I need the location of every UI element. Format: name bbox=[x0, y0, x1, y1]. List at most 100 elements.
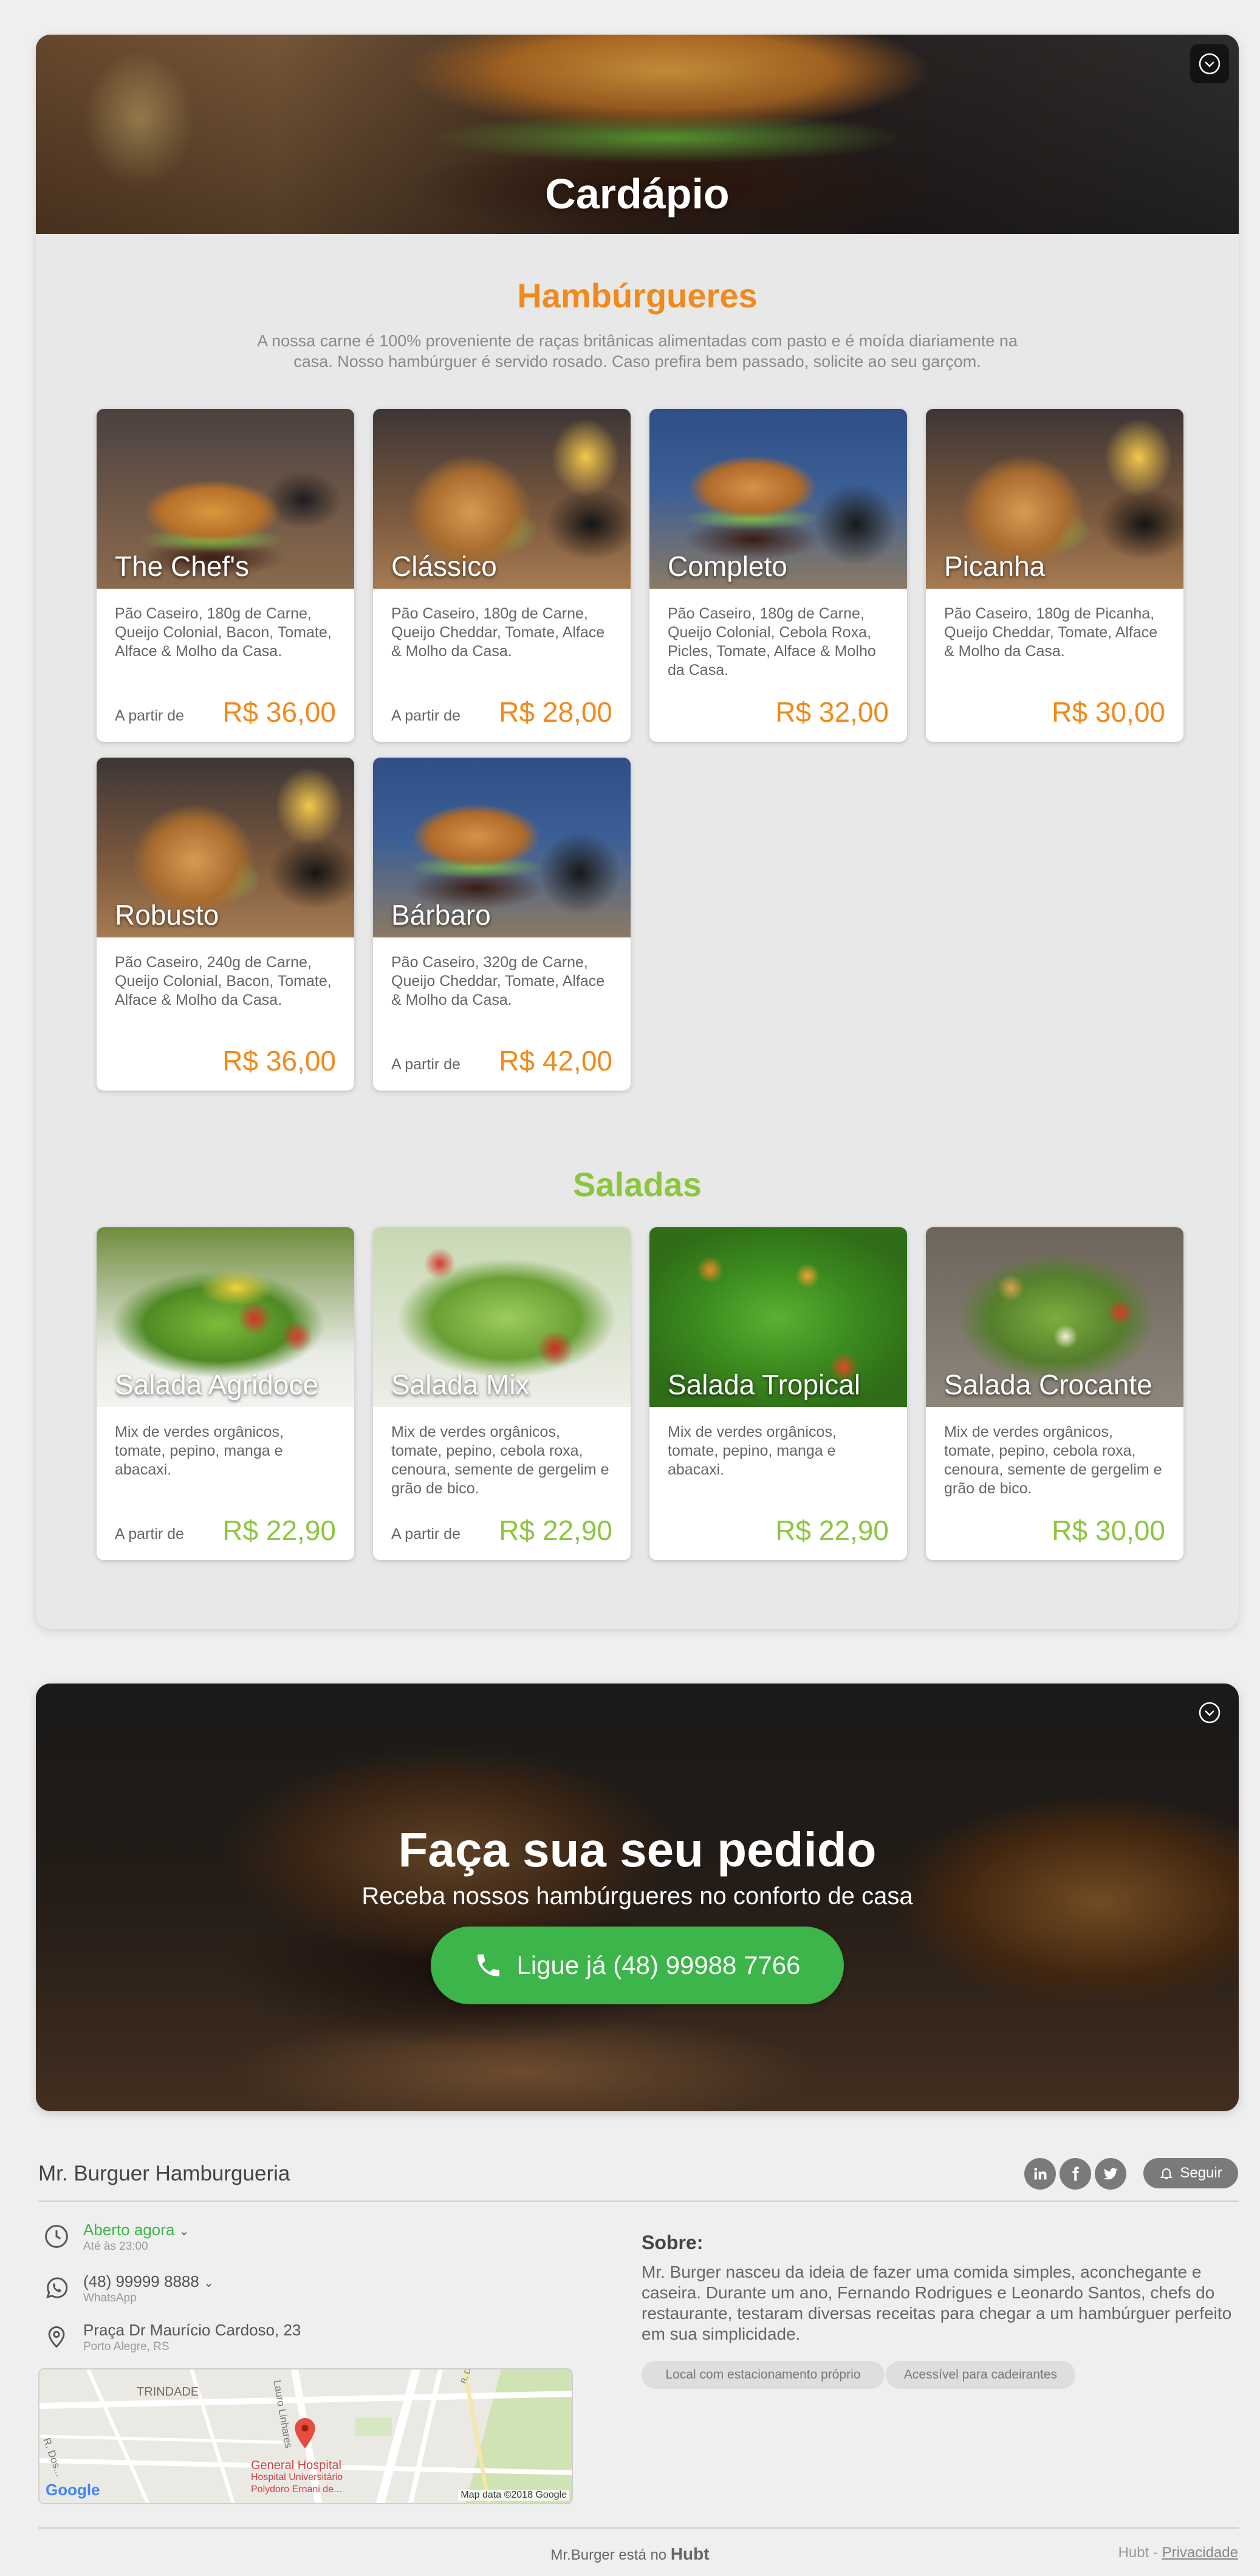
hours-status: Aberto agora ⌄ bbox=[83, 2221, 190, 2239]
menu-item[interactable]: Salada Agridoce Mix de verdes orgânicos,… bbox=[97, 1227, 354, 1560]
menu-item[interactable]: Salada Tropical Mix de verdes orgânicos,… bbox=[649, 1227, 907, 1560]
legal-prefix: Hubt - bbox=[1118, 2544, 1158, 2561]
hours-detail: Até às 23:00 bbox=[83, 2240, 148, 2253]
order-banner: Faça sua seu pedido Receba nossos hambúr… bbox=[36, 1684, 1239, 2111]
item-description: Mix de verdes orgânicos, tomate, pepino,… bbox=[668, 1423, 837, 1478]
item-photo: Completo bbox=[649, 409, 907, 589]
map-place-name: General Hospital bbox=[251, 2459, 341, 2472]
item-price: R$ 22,90 bbox=[222, 1515, 336, 1546]
item-photo: Bárbaro bbox=[373, 758, 631, 937]
item-photo: Salada Tropical bbox=[649, 1227, 907, 1407]
menu-item[interactable]: Picanha Pão Caseiro, 180g de Picanha, Qu… bbox=[926, 409, 1183, 742]
item-photo: The Chef's bbox=[97, 409, 354, 589]
location-map[interactable]: TRINDADE Lauro Linhares R. Dep. Antônio … bbox=[38, 2368, 573, 2504]
menu-item[interactable]: Clássico Pão Caseiro, 180g de Carne, Que… bbox=[373, 409, 631, 742]
item-photo: Robusto bbox=[97, 758, 354, 937]
item-price: R$ 36,00 bbox=[222, 1045, 336, 1077]
call-button[interactable]: Ligue já (48) 99988 7766 bbox=[431, 1927, 844, 2004]
business-name: Mr. Burguer Hamburgueria bbox=[38, 2162, 290, 2185]
address[interactable]: Praça Dr Maurício Cardoso, 23 Porto Aleg… bbox=[38, 2321, 342, 2357]
item-description: Mix de verdes orgânicos, tomate, pepino,… bbox=[115, 1423, 284, 1478]
phone-type: WhatsApp bbox=[83, 2292, 137, 2304]
item-price-prefix: A partir de bbox=[391, 707, 461, 724]
item-description: Pão Caseiro, 180g de Picanha, Queijo Che… bbox=[944, 605, 1158, 660]
follow-label: Seguir bbox=[1180, 2165, 1222, 2181]
item-price: R$ 36,00 bbox=[222, 696, 336, 728]
map-place-label: General Hospital Hospital Universitário … bbox=[251, 2459, 343, 2496]
item-name: Salada Mix bbox=[391, 1369, 530, 1400]
divider bbox=[38, 2201, 1239, 2202]
menu-item[interactable]: Salada Mix Mix de verdes orgânicos, toma… bbox=[373, 1227, 631, 1560]
chevron-down-icon: ⌄ bbox=[179, 2225, 190, 2238]
item-photo: Salada Agridoce bbox=[97, 1227, 354, 1407]
item-name: Bárbaro bbox=[391, 899, 491, 931]
amenity-chip: Acessível para cadeirantes bbox=[886, 2361, 1075, 2389]
privacy-link[interactable]: Privacidade bbox=[1162, 2544, 1238, 2561]
burgers-heading: Hambúrgueres bbox=[517, 276, 758, 315]
menu-item[interactable]: Bárbaro Pão Caseiro, 320g de Carne, Quei… bbox=[373, 758, 631, 1091]
menu-item[interactable]: Robusto Pão Caseiro, 240g de Carne, Quei… bbox=[97, 758, 354, 1091]
address-street: Praça Dr Maurício Cardoso, 23 bbox=[83, 2321, 301, 2339]
item-price: R$ 30,00 bbox=[1052, 1515, 1165, 1546]
item-photo: Salada Mix bbox=[373, 1227, 631, 1407]
phone-contact[interactable]: (48) 99999 8888 ⌄ WhatsApp bbox=[38, 2272, 221, 2309]
item-price: R$ 42,00 bbox=[499, 1045, 612, 1077]
item-description: Pão Caseiro, 180g de Carne, Queijo Colon… bbox=[115, 605, 332, 660]
legal-links: Hubt - Privacidade bbox=[1118, 2544, 1238, 2561]
twitter-button[interactable] bbox=[1095, 2158, 1126, 2190]
item-price: R$ 30,00 bbox=[1052, 696, 1165, 728]
item-photo: Clássico bbox=[373, 409, 631, 589]
phone-number: (48) 99999 8888 ⌄ bbox=[83, 2272, 214, 2290]
item-price: R$ 32,00 bbox=[775, 696, 889, 728]
item-name: The Chef's bbox=[115, 550, 249, 582]
collapse-button[interactable] bbox=[1190, 1693, 1229, 1732]
linkedin-button[interactable] bbox=[1024, 2158, 1056, 2190]
item-name: Completo bbox=[668, 550, 787, 582]
hubt-logo[interactable]: Hubt bbox=[671, 2544, 710, 2563]
item-description: Pão Caseiro, 180g de Carne, Queijo Chedd… bbox=[391, 605, 605, 660]
order-subtitle: Receba nossos hambúrgueres no conforto d… bbox=[361, 1883, 913, 1910]
chevron-down-icon: ⌄ bbox=[204, 2276, 214, 2290]
item-name: Salada Agridoce bbox=[115, 1369, 319, 1400]
follow-button[interactable]: Seguir bbox=[1143, 2158, 1238, 2188]
menu-item[interactable]: Completo Pão Caseiro, 180g de Carne, Que… bbox=[649, 409, 907, 742]
facebook-icon bbox=[1072, 2167, 1079, 2181]
phone-icon bbox=[478, 1954, 500, 1976]
item-description: Pão Caseiro, 240g de Carne, Queijo Colon… bbox=[115, 954, 332, 1009]
item-price: R$ 28,00 bbox=[499, 696, 612, 728]
item-price: R$ 22,90 bbox=[775, 1515, 889, 1546]
order-title: Faça sua seu pedido bbox=[398, 1823, 877, 1877]
map-place-sub: Hospital Universitário bbox=[251, 2472, 343, 2482]
item-photo: Picanha bbox=[926, 409, 1183, 589]
item-description: Pão Caseiro, 180g de Carne, Queijo Colon… bbox=[668, 605, 876, 679]
menu-item[interactable]: The Chef's Pão Caseiro, 180g de Carne, Q… bbox=[97, 409, 354, 742]
item-price-prefix: A partir de bbox=[115, 707, 184, 724]
opening-hours[interactable]: Aberto agora ⌄ Até às 23:00 bbox=[38, 2221, 221, 2257]
burgers-description: A nossa carne é 100% proveniente de raça… bbox=[257, 332, 1018, 371]
collapse-button[interactable] bbox=[1190, 44, 1229, 83]
menu-hero-banner: Cardápio bbox=[36, 35, 1239, 234]
chevron-down-icon bbox=[1199, 53, 1221, 75]
powered-prefix: Mr.Burger está no bbox=[550, 2547, 667, 2563]
menu-title: Cardápio bbox=[545, 170, 730, 218]
item-description: Pão Caseiro, 320g de Carne, Queijo Chedd… bbox=[391, 954, 605, 1009]
item-price: R$ 22,90 bbox=[499, 1515, 612, 1546]
linkedin-icon bbox=[1034, 2168, 1047, 2180]
facebook-button[interactable] bbox=[1060, 2158, 1091, 2190]
about-text: Mr. Burger nasceu da ideia de fazer uma … bbox=[642, 2263, 1232, 2343]
about-heading: Sobre: bbox=[642, 2232, 704, 2253]
item-price-prefix: A partir de bbox=[391, 1526, 461, 1543]
menu-item[interactable]: Salada Crocante Mix de verdes orgânicos,… bbox=[926, 1227, 1183, 1560]
item-name: Salada Tropical bbox=[668, 1369, 861, 1400]
item-name: Picanha bbox=[944, 550, 1046, 582]
bell-icon bbox=[1160, 2168, 1173, 2179]
item-price-prefix: A partir de bbox=[115, 1526, 184, 1543]
item-description: Mix de verdes orgânicos, tomate, pepino,… bbox=[391, 1423, 609, 1497]
map-pin-icon bbox=[48, 2326, 65, 2348]
call-button-label: Ligue já (48) 99988 7766 bbox=[516, 1951, 801, 1979]
divider bbox=[38, 2527, 1239, 2529]
item-price-prefix: A partir de bbox=[391, 1056, 461, 1073]
item-name: Clássico bbox=[391, 550, 497, 582]
amenity-chip: Local com estacionamento próprio bbox=[642, 2361, 885, 2389]
map-neighborhood: TRINDADE bbox=[137, 2385, 199, 2399]
